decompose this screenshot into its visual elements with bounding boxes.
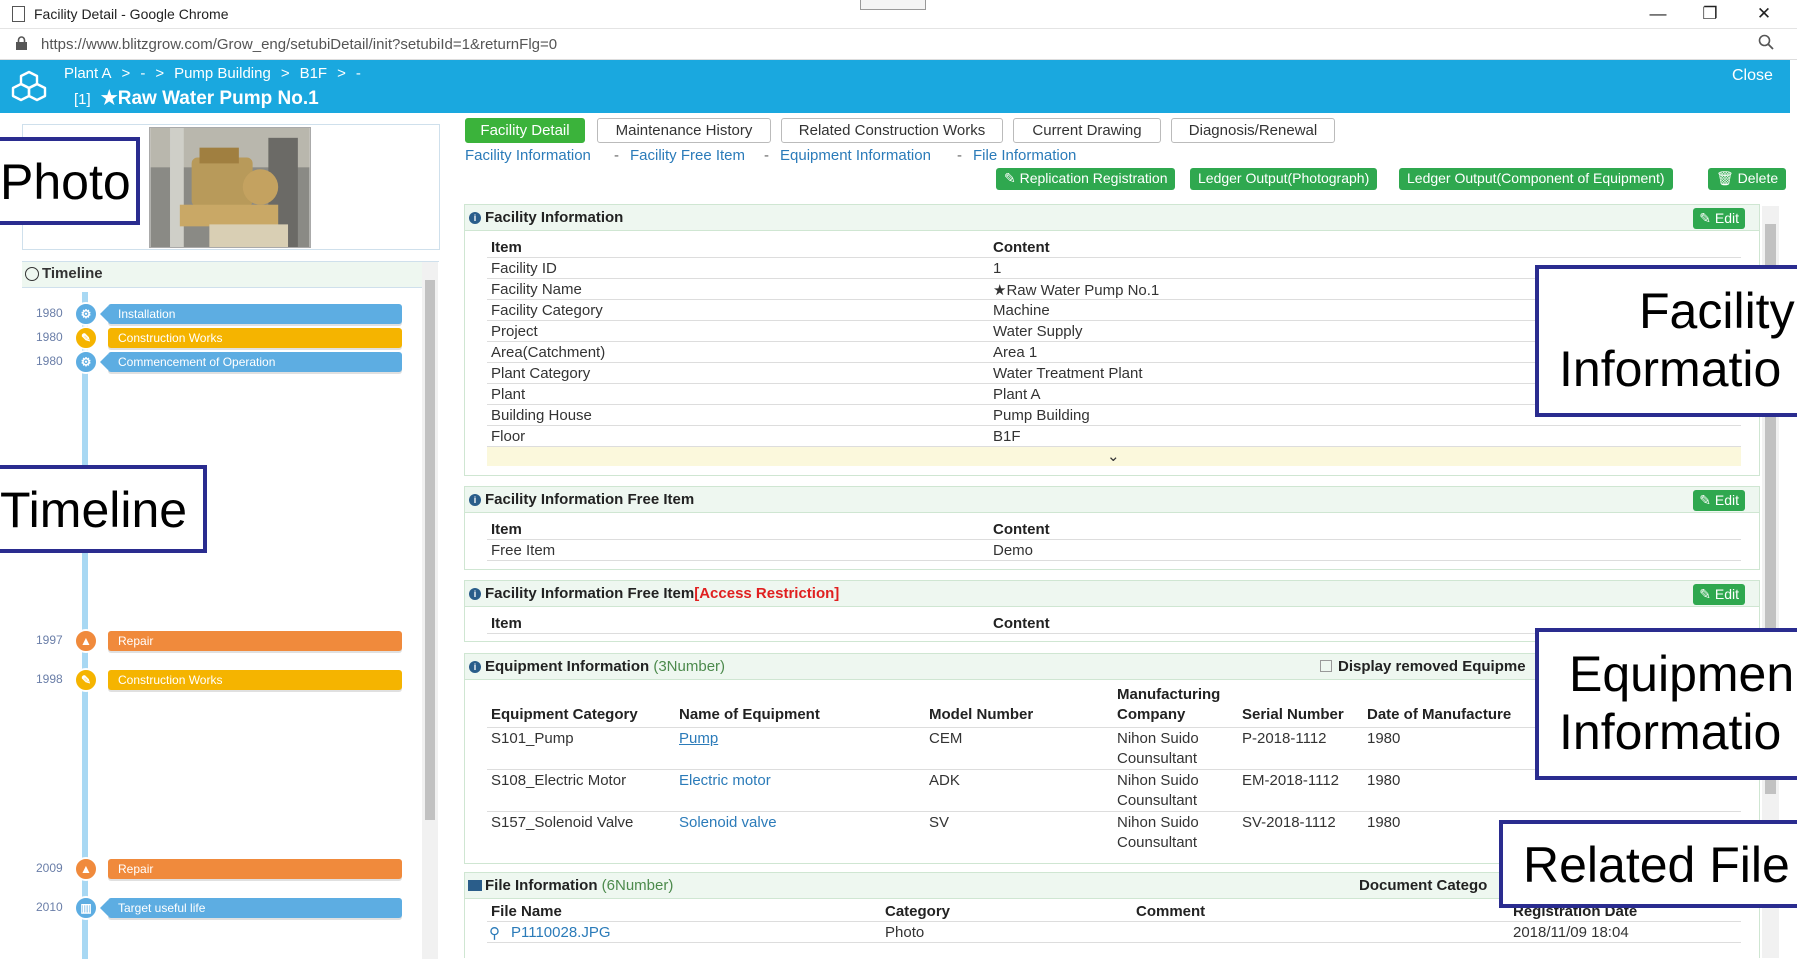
timeline-event[interactable]: 1980 ⚙ Commencement of Operation xyxy=(22,349,422,375)
callout-photo: Photo xyxy=(0,137,140,225)
link-facility-free-item[interactable]: Facility Free Item xyxy=(630,147,745,164)
wrench-icon: ✎ xyxy=(74,668,98,692)
crumb-plant[interactable]: Plant A xyxy=(64,65,112,82)
close-link[interactable]: Close xyxy=(1732,67,1773,85)
equipment-link[interactable]: Pump xyxy=(679,730,718,747)
crumb-sep: > xyxy=(155,65,165,82)
wrench-icon: ✎ xyxy=(74,326,98,350)
document-icon xyxy=(12,6,25,22)
ledger-photograph-button[interactable]: Ledger Output(Photograph) xyxy=(1190,168,1378,190)
info-icon: i xyxy=(469,588,481,600)
equipment-link[interactable]: Electric motor xyxy=(679,772,771,789)
magnifier-icon: ⚲ xyxy=(489,925,500,942)
edit-button[interactable]: ✎ Edit xyxy=(1693,584,1745,605)
timeline-panel: Timeline 1980 ⚙ Installation 1980 ✎ Construc… xyxy=(22,261,439,959)
info-icon: i xyxy=(469,494,481,506)
table-row: Free Item Demo xyxy=(487,540,1741,561)
column-header: Item xyxy=(491,239,522,256)
link-separator: - xyxy=(957,147,962,164)
info-icon: i xyxy=(469,661,481,673)
crumb-sep: > xyxy=(121,65,131,82)
zoom-icon[interactable] xyxy=(1758,34,1774,50)
close-window-button[interactable]: ✕ xyxy=(1742,2,1786,26)
crumb-item: - xyxy=(140,65,146,82)
tab-related-construction[interactable]: Related Construction Works xyxy=(781,118,1003,143)
address-bar[interactable]: https://www.blitzgrow.com/Grow_eng/setub… xyxy=(0,29,1797,60)
timeline-header: Timeline xyxy=(22,262,422,288)
window-titlebar: Facility Detail - Google Chrome — ❐ ✕ xyxy=(0,0,1797,29)
lock-icon xyxy=(16,36,27,50)
chart-icon: ▥ xyxy=(74,896,98,920)
link-equipment-information[interactable]: Equipment Information xyxy=(780,147,931,164)
clock-icon xyxy=(25,267,39,281)
edit-button[interactable]: ✎ Edit xyxy=(1693,490,1745,511)
removed-equipment-checkbox[interactable]: Display removed Equipme xyxy=(1320,658,1526,675)
link-separator: - xyxy=(614,147,619,164)
crumb-item: - xyxy=(355,65,361,82)
crumb-floor[interactable]: B1F xyxy=(300,65,328,82)
app-header: Plant A > - > Pump Building > B1F > - [1] ★Raw Wa… xyxy=(0,60,1790,113)
free-item-section: i Facility Information Free Item ✎ Edit It… xyxy=(464,486,1760,570)
timeline-event[interactable]: 2010 ▥ Target useful life xyxy=(22,895,422,921)
maximize-button[interactable]: ❐ xyxy=(1688,2,1732,26)
gear-icon: ⚙ xyxy=(74,350,98,374)
window-title: Facility Detail - Google Chrome xyxy=(34,6,229,22)
crumb-sep: > xyxy=(280,65,290,82)
column-header: Content xyxy=(993,239,1050,256)
timeline-title: Timeline xyxy=(42,265,103,282)
link-facility-information[interactable]: Facility Information xyxy=(465,147,591,164)
tab-facility-detail[interactable]: Facility Detail xyxy=(465,118,585,143)
expand-row[interactable]: ⌄ xyxy=(487,447,1741,466)
chevron-down-icon: ⌄ xyxy=(1107,448,1120,465)
info-icon: i xyxy=(469,212,481,224)
facility-photo[interactable] xyxy=(149,127,311,248)
cubes-logo-icon xyxy=(11,70,47,102)
timeline-event[interactable]: 1997 ▲ Repair xyxy=(22,628,422,654)
timeline-event[interactable]: 1980 ⚙ Installation xyxy=(22,301,422,327)
link-file-information[interactable]: File Information xyxy=(973,147,1076,164)
page-title: [1] ★Raw Water Pump No.1 xyxy=(74,87,319,110)
callout-facility-information: Facility Informatio xyxy=(1535,265,1797,417)
minimize-button[interactable]: — xyxy=(1636,2,1680,26)
folder-icon xyxy=(468,880,482,891)
tab-current-drawing[interactable]: Current Drawing xyxy=(1013,118,1161,143)
crumb-building[interactable]: Pump Building xyxy=(174,65,271,82)
document-category-label: Document Catego xyxy=(1359,877,1488,894)
tab-diagnosis-renewal[interactable]: Diagnosis/Renewal xyxy=(1171,118,1335,143)
breadcrumb: Plant A > - > Pump Building > B1F > - xyxy=(64,65,371,82)
file-link[interactable]: P1110028.JPG xyxy=(511,924,611,941)
equipment-link[interactable]: Solenoid valve xyxy=(679,814,777,831)
warning-icon: ▲ xyxy=(74,857,98,881)
callout-equipment-information: Equipmen Informatio xyxy=(1535,628,1797,780)
callout-related-file: Related File xyxy=(1499,820,1797,908)
timeline-event[interactable]: 1980 ✎ Construction Works xyxy=(22,325,422,351)
drag-handle[interactable] xyxy=(860,0,926,10)
gear-icon: ⚙ xyxy=(74,302,98,326)
table-row: Floor B1F xyxy=(487,426,1741,447)
replication-registration-button[interactable]: ✎ Replication Registration xyxy=(996,168,1176,190)
tab-maintenance-history[interactable]: Maintenance History xyxy=(597,118,771,143)
section-header: i Facility Information ✎ Edit xyxy=(465,205,1759,231)
url-text[interactable]: https://www.blitzgrow.com/Grow_eng/setub… xyxy=(41,36,557,53)
link-separator: - xyxy=(764,147,769,164)
facility-title: ★Raw Water Pump No.1 xyxy=(100,88,319,109)
timeline-event[interactable]: 1998 ✎ Construction Works xyxy=(22,667,422,693)
timeline-event[interactable]: 2009 ▲ Repair xyxy=(22,856,422,882)
facility-index: [1] xyxy=(74,91,91,108)
timeline-scrollbar[interactable] xyxy=(422,262,438,959)
crumb-sep: > xyxy=(337,65,346,82)
ledger-component-button[interactable]: Ledger Output(Component of Equipment) xyxy=(1399,168,1673,190)
edit-button[interactable]: ✎ Edit xyxy=(1693,208,1745,229)
delete-button[interactable]: 🗑 Delete xyxy=(1708,168,1787,190)
table-row: ⚲ P1110028.JPG Photo 2018/11/09 18:04 xyxy=(487,922,1741,943)
warning-icon: ▲ xyxy=(74,629,98,653)
callout-timeline: Timeline xyxy=(0,465,207,553)
